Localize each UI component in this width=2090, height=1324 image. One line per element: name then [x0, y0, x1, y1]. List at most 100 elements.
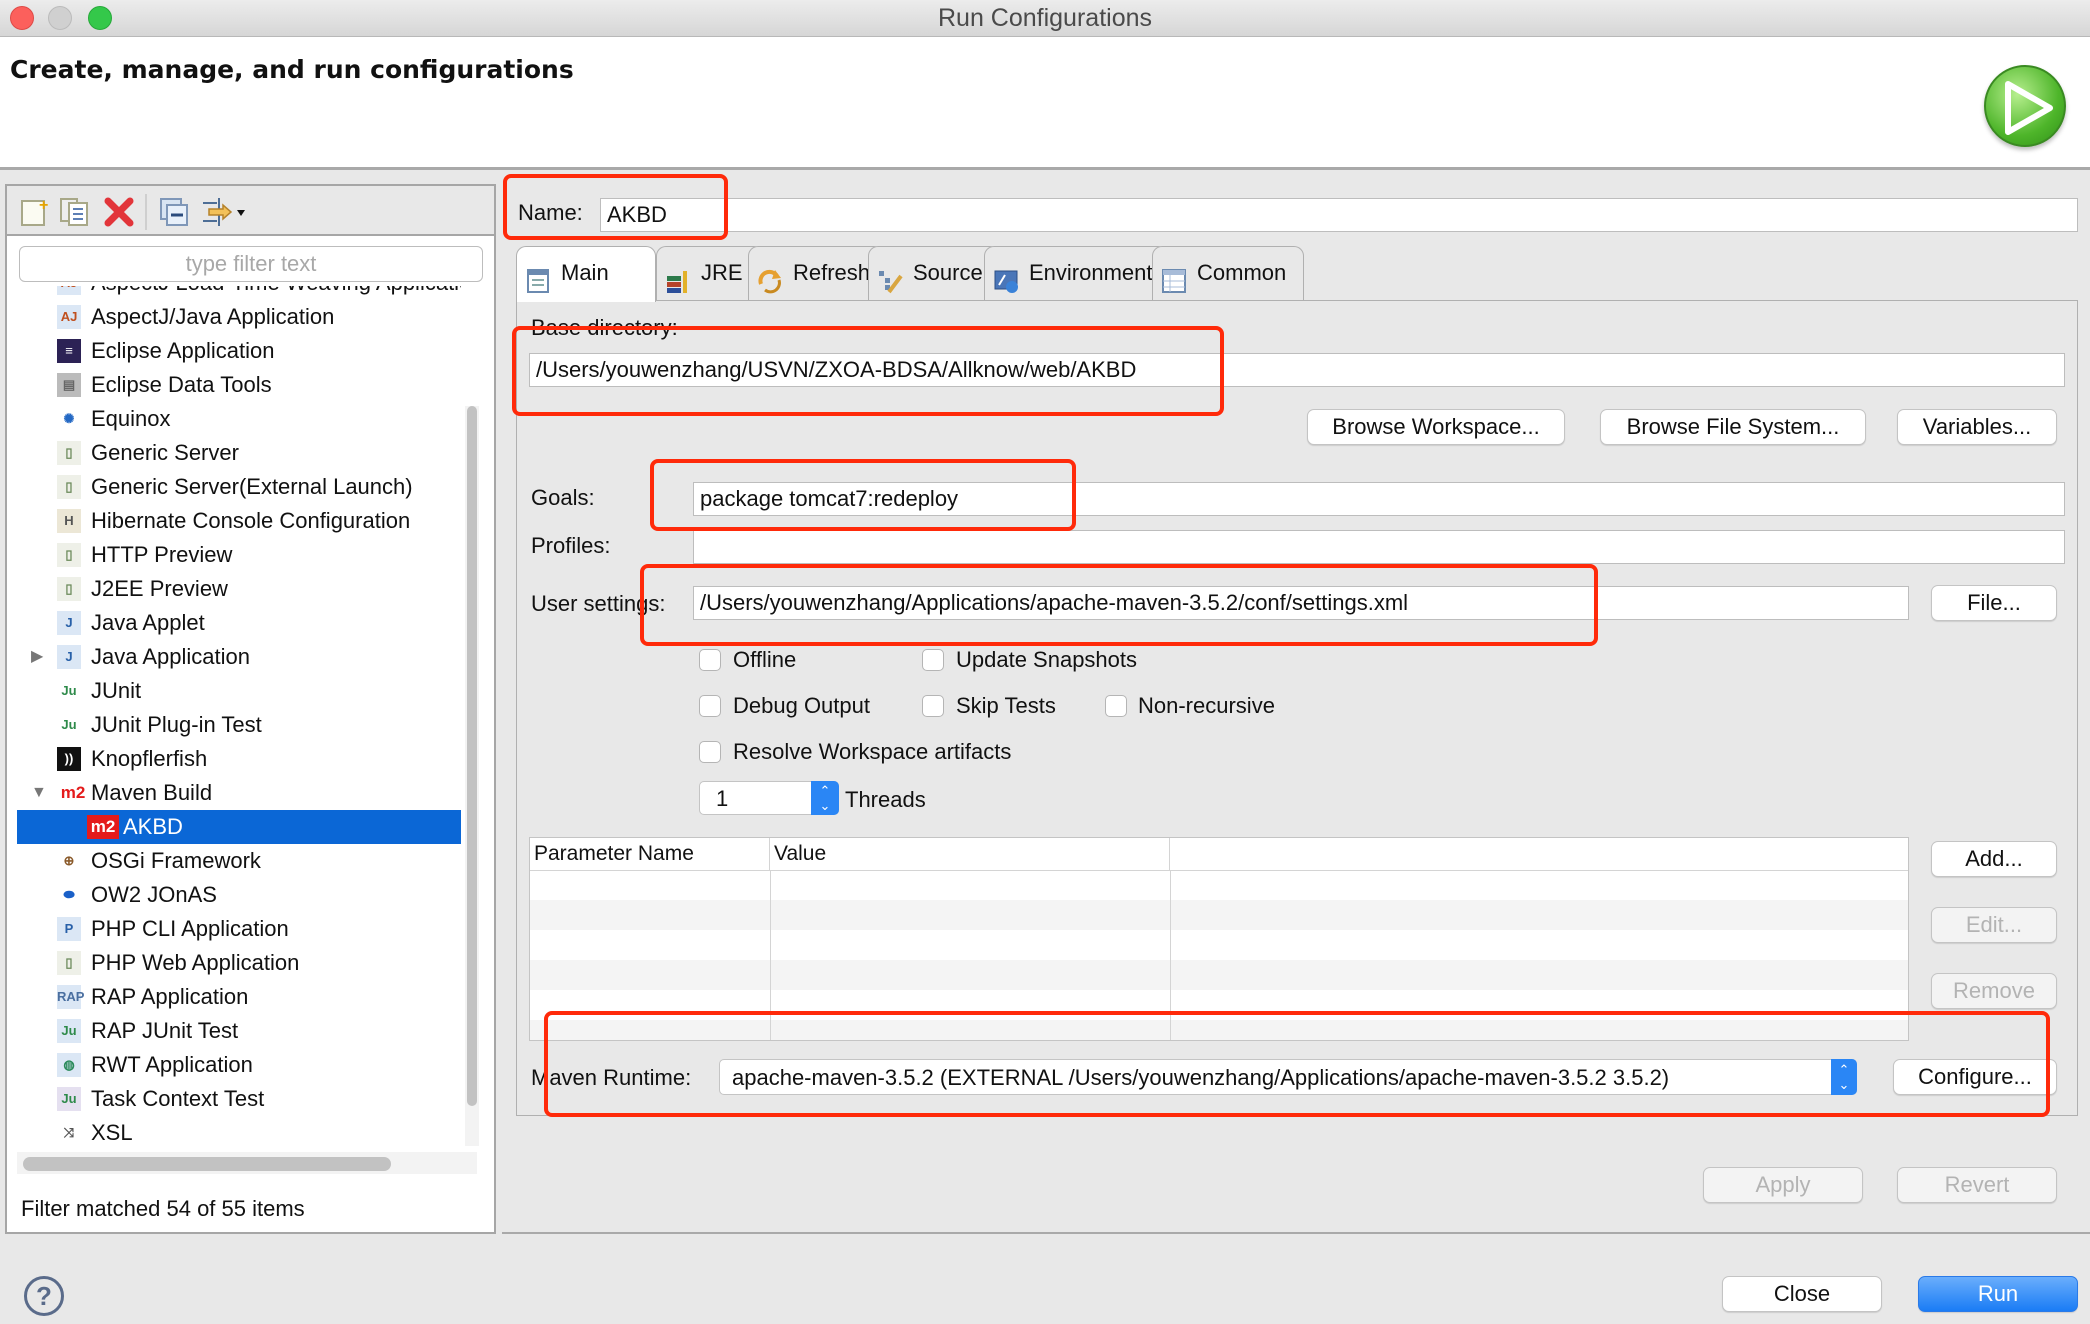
horizontal-scroll-thumb[interactable]	[23, 1157, 391, 1171]
collapsed-arrow-icon[interactable]: ▶	[31, 640, 43, 674]
offline-checkbox[interactable]	[699, 649, 721, 671]
remove-parameter-button[interactable]: Remove	[1931, 973, 2057, 1009]
tree-item[interactable]: )) Knopflerfish	[17, 742, 461, 776]
filter-icon[interactable]	[201, 196, 247, 228]
configurations-toolbar: +	[7, 186, 494, 236]
update-snapshots-checkbox[interactable]	[922, 649, 944, 671]
name-input[interactable]: AKBD	[600, 198, 2078, 232]
tree-item[interactable]: ▼ m2 Maven Build	[17, 776, 461, 810]
tree-item[interactable]: ▯ HTTP Preview	[17, 538, 461, 572]
tree-item[interactable]: ▯ J2EE Preview	[17, 572, 461, 606]
browse-workspace-button[interactable]: Browse Workspace...	[1307, 409, 1565, 445]
edit-parameter-button[interactable]: Edit...	[1931, 907, 2057, 943]
name-label: Name:	[518, 200, 583, 225]
footer-divider	[502, 1232, 2090, 1234]
tree-horizontal-scrollbar[interactable]	[17, 1152, 477, 1174]
parameter-table[interactable]: Parameter Name Value	[529, 837, 1909, 1041]
skip-tests-checkbox[interactable]	[922, 695, 944, 717]
run-button[interactable]: Run	[1918, 1276, 2078, 1312]
tree-item[interactable]: ▶ J Java Application	[17, 640, 461, 674]
tree-item-label: Task Context Test	[91, 1086, 265, 1111]
user-settings-input[interactable]: /Users/youwenzhang/Applications/apache-m…	[693, 586, 1909, 620]
update-snapshots-label: Update Snapshots	[956, 647, 1138, 672]
tree-item[interactable]: H Hibernate Console Configuration	[17, 504, 461, 538]
goals-input[interactable]: package tomcat7:redeploy	[693, 482, 2065, 516]
eclipse-icon: ≡	[57, 339, 81, 363]
column-header-parameter-name[interactable]: Parameter Name	[530, 838, 770, 870]
database-icon: ▤	[57, 373, 81, 397]
base-directory-input[interactable]: /Users/youwenzhang/USVN/ZXOA-BDSA/Allkno…	[529, 353, 2065, 387]
tab-common[interactable]: Common	[1152, 246, 1304, 300]
debug-output-checkbox[interactable]	[699, 695, 721, 717]
m2-icon: m2	[87, 815, 119, 839]
dialog-header: Create, manage, and run configurations	[0, 37, 2090, 170]
threads-value: 1	[716, 786, 729, 811]
browse-file-system-button[interactable]: Browse File System...	[1600, 409, 1866, 445]
m2-icon: m2	[60, 783, 86, 802]
tree-item-selected[interactable]: m2 AKBD	[17, 810, 461, 844]
tree-item[interactable]: Ju JUnit	[17, 674, 461, 708]
non-recursive-checkbox[interactable]	[1105, 695, 1127, 717]
resolve-workspace-checkbox[interactable]	[699, 741, 721, 763]
duplicate-icon[interactable]	[59, 196, 91, 228]
vertical-scroll-thumb[interactable]	[467, 406, 477, 1106]
revert-button[interactable]: Revert	[1897, 1167, 2057, 1203]
tree-item-label: PHP CLI Application	[91, 916, 289, 941]
apply-button[interactable]: Apply	[1703, 1167, 1863, 1203]
tree-item[interactable]: RAP RAP Application	[17, 980, 461, 1014]
tab-environment[interactable]: Environment	[984, 246, 1168, 300]
tree-item[interactable]: ≡ Eclipse Application	[17, 334, 461, 368]
profiles-input[interactable]	[693, 530, 2065, 564]
tab-main[interactable]: Main	[516, 246, 656, 302]
maven-runtime-label: Maven Runtime:	[531, 1065, 692, 1090]
spinner-arrows-icon[interactable]: ⌃ ⌄	[811, 781, 839, 815]
tree-item[interactable]: ⊕ OSGi Framework	[17, 844, 461, 878]
file-button[interactable]: File...	[1931, 585, 2057, 621]
tab-source[interactable]: Source	[868, 246, 1000, 300]
expanded-arrow-icon[interactable]: ▼	[31, 776, 47, 810]
tree-item[interactable]: ▤ Eclipse Data Tools	[17, 368, 461, 402]
table-header-divider	[530, 870, 1908, 871]
tree-item[interactable]: ▯ Generic Server	[17, 436, 461, 470]
applet-icon: J	[57, 611, 81, 635]
close-button[interactable]: Close	[1722, 1276, 1882, 1312]
server-icon: ▯	[57, 475, 81, 499]
variables-button[interactable]: Variables...	[1897, 409, 2057, 445]
tree-vertical-scrollbar[interactable]	[465, 406, 479, 1146]
tree-item[interactable]: ◍ RWT Application	[17, 1048, 461, 1082]
xsl-icon: ⤨	[63, 1125, 75, 1140]
tree-item[interactable]: Ju Task Context Test	[17, 1082, 461, 1116]
collapse-all-icon[interactable]	[159, 196, 191, 228]
tree-item[interactable]: AJ AspectJ/Java Application	[17, 300, 461, 334]
tab-refresh[interactable]: Refresh	[748, 246, 884, 300]
tree-item[interactable]: Ju RAP JUnit Test	[17, 1014, 461, 1048]
junit-icon: Ju	[61, 683, 77, 698]
header-title: Create, manage, and run configurations	[10, 55, 574, 84]
help-icon[interactable]: ?	[24, 1276, 64, 1316]
maven-runtime-select[interactable]: apache-maven-3.5.2 (EXTERNAL /Users/youw…	[719, 1059, 1857, 1095]
tree-item-label: Eclipse Application	[91, 338, 275, 363]
delete-icon[interactable]	[103, 196, 135, 228]
tree-item[interactable]: ⤨ XSL	[17, 1116, 461, 1146]
add-parameter-button[interactable]: Add...	[1931, 841, 2057, 877]
tree-item[interactable]: ⬬ OW2 JOnAS	[17, 878, 461, 912]
column-header-value[interactable]: Value	[770, 838, 1170, 870]
title-bar: Run Configurations	[0, 0, 2090, 37]
java-app-icon: J	[57, 645, 81, 669]
tree-item[interactable]: ✺ Equinox	[17, 402, 461, 436]
threads-spinner[interactable]: 1 ⌃ ⌄	[699, 781, 839, 815]
new-configuration-icon[interactable]: +	[19, 196, 51, 228]
main-tab-panel: Base directory: /Users/youwenzhang/USVN/…	[516, 300, 2078, 1116]
tree-item[interactable]: P PHP CLI Application	[17, 912, 461, 946]
goals-label: Goals:	[531, 485, 595, 510]
tree-item[interactable]: ▯ PHP Web Application	[17, 946, 461, 980]
tab-label: Environment	[1029, 260, 1153, 285]
configure-button[interactable]: Configure...	[1893, 1059, 2057, 1095]
filter-input[interactable]: type filter text	[19, 246, 483, 282]
tree-item[interactable]: Ju JUnit Plug-in Test	[17, 708, 461, 742]
tree-item[interactable]: AJ AspectJ Load-Time Weaving Application	[17, 286, 461, 300]
window-title: Run Configurations	[937, 4, 1152, 32]
tree-item[interactable]: ▯ Generic Server(External Launch)	[17, 470, 461, 504]
select-arrows-icon: ⌃ ⌄	[1831, 1059, 1857, 1095]
tree-item[interactable]: J Java Applet	[17, 606, 461, 640]
